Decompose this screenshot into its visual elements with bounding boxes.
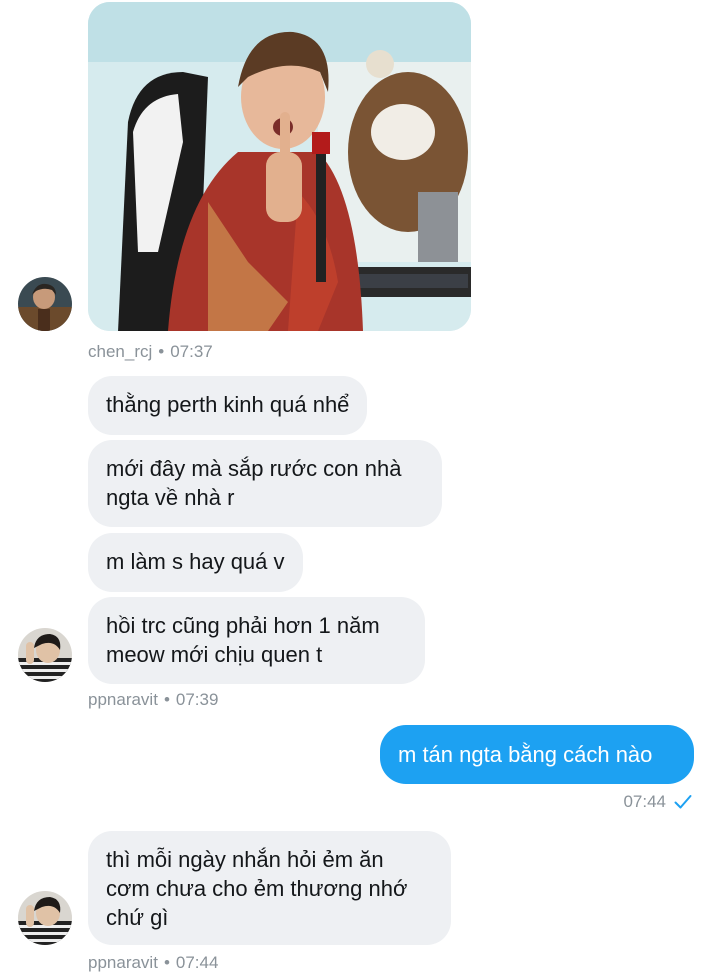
message-meta: chen_rcj • 07:37 [88,342,213,362]
sent-meta: 07:44 [623,792,692,812]
message-text: m làm s hay quá v [106,549,285,574]
message-text: hồi trc cũng phải hơn 1 năm meow mới chị… [106,613,380,667]
message-meta: ppnaravit • 07:44 [88,953,218,973]
message-text: thằng perth kinh quá nhể [106,392,350,417]
message-time: 07:37 [170,342,213,361]
message-text: mới đây mà sắp rước con nhà ngta về nhà … [106,456,402,510]
sender-name[interactable]: ppnaravit [88,690,158,709]
sender-name[interactable]: chen_rcj [88,342,152,361]
message-time: 07:44 [623,792,666,811]
avatar[interactable] [18,277,72,331]
message-text: m tán ngta bằng cách nào [398,742,653,767]
message-time: 07:39 [175,690,219,709]
avatar[interactable] [18,891,72,945]
message-bubble-incoming[interactable]: m làm s hay quá v [88,533,303,592]
message-meta: ppnaravit • 07:39 [88,690,218,710]
message-bubble-outgoing[interactable]: m tán ngta bằng cách nào [380,725,694,784]
meta-separator: • [163,690,170,709]
message-bubble-incoming[interactable]: thằng perth kinh quá nhể [88,376,368,435]
meta-separator: • [158,342,165,361]
message-bubble-incoming[interactable]: hồi trc cũng phải hơn 1 năm meow mới chị… [88,597,425,684]
message-bubble-incoming[interactable]: thì mỗi ngày nhắn hỏi ẻm ăn cơm chưa cho… [88,831,451,945]
meta-separator: • [163,953,170,972]
message-text: thì mỗi ngày nhắn hỏi ẻm ăn cơm chưa cho… [106,847,408,930]
checkmark-icon [674,794,692,810]
message-bubble-incoming[interactable]: mới đây mà sắp rước con nhà ngta về nhà … [88,440,442,527]
photo-attachment[interactable] [88,2,471,331]
message-time: 07:44 [175,953,219,972]
avatar[interactable] [18,628,72,682]
sender-name[interactable]: ppnaravit [88,953,158,972]
